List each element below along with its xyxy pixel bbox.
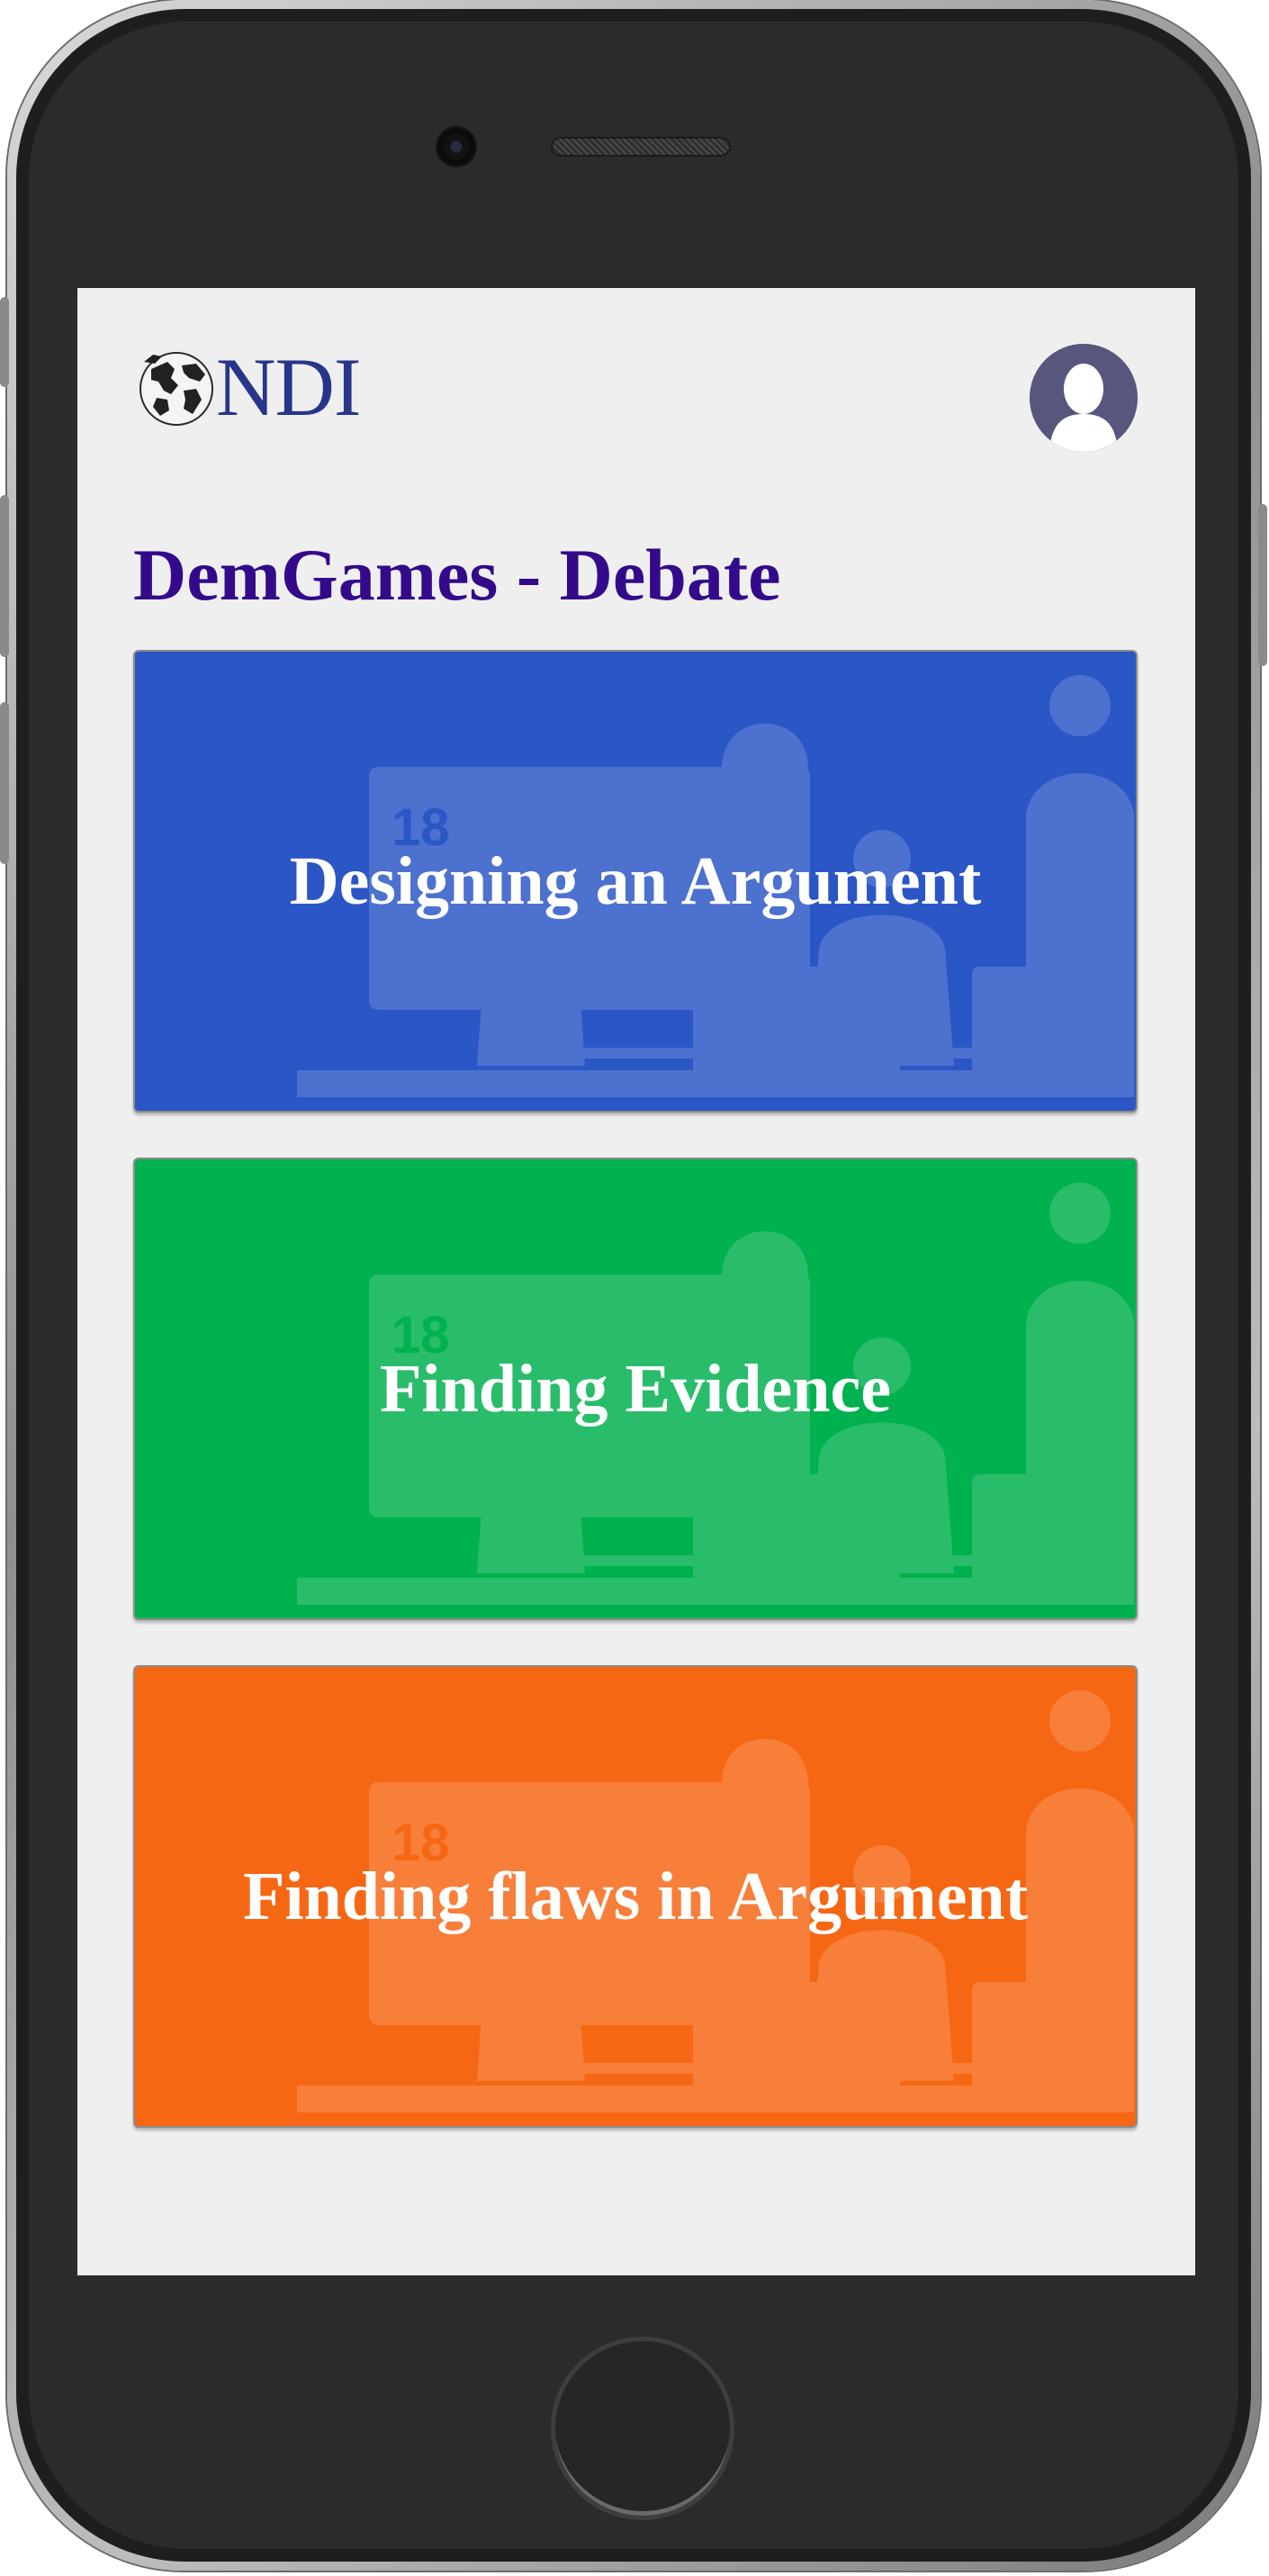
globe-icon [140,352,213,426]
earpiece-speaker [551,137,731,157]
game-card-list: 18 Designing an Argument 18 Finding Evid… [133,650,1138,2173]
phone-volume-down-button [0,702,9,864]
card-label: Finding Evidence [380,1350,891,1427]
game-card-designing-argument[interactable]: 18 Designing an Argument [133,650,1138,1112]
game-card-finding-flaws[interactable]: 18 Finding flaws in Argument [133,1665,1138,2128]
logo-text: NDI [216,341,362,433]
card-label: Finding flaws in Argument [242,1858,1029,1934]
user-avatar-icon [1030,344,1138,452]
game-card-finding-evidence[interactable]: 18 Finding Evidence [133,1157,1138,1620]
app-header: NDI [77,288,1195,468]
phone-mute-switch [0,297,9,387]
app-screen: NDI DemGames - Debate 18 Designing an Ar… [77,288,1195,2275]
page-title: DemGames - Debate [133,534,781,616]
user-avatar[interactable] [1030,344,1138,452]
phone-volume-up-button [0,495,9,657]
home-button[interactable] [551,2337,734,2520]
card-label: Designing an Argument [289,842,982,919]
phone-frame: NDI DemGames - Debate 18 Designing an Ar… [0,0,1267,2571]
front-camera [437,128,475,166]
ndi-logo[interactable]: NDI [131,341,362,433]
phone-power-button [1258,504,1267,666]
